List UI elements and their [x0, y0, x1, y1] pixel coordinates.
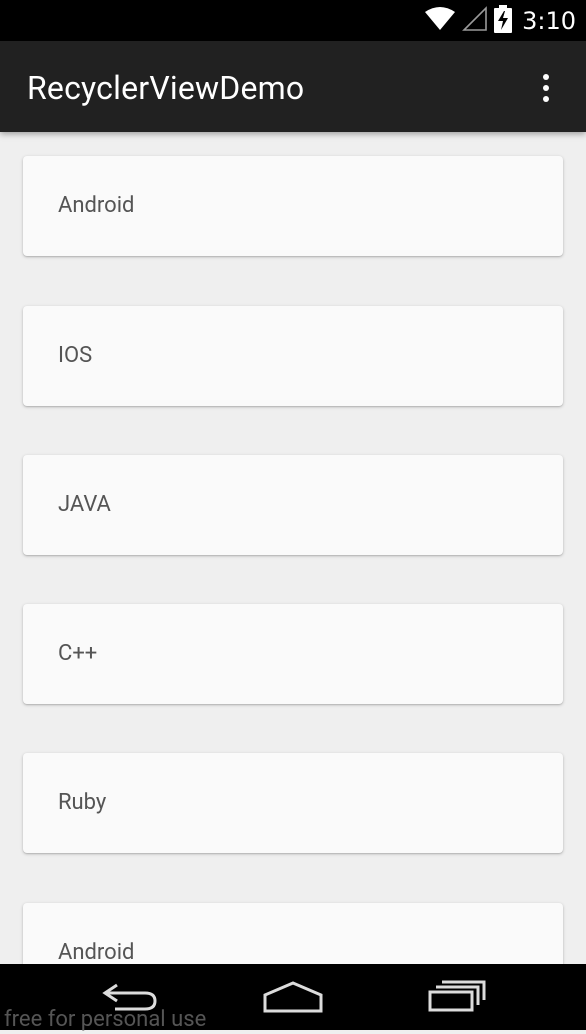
signal-icon [462, 6, 488, 36]
more-vert-icon-dot [543, 96, 549, 102]
home-icon [263, 979, 323, 1017]
wifi-icon [424, 6, 456, 36]
list-item-label: JAVA [58, 492, 111, 517]
app-title: RecyclerViewDemo [27, 69, 305, 107]
more-vert-icon-dot [543, 85, 549, 91]
list-item-label: C++ [58, 641, 98, 666]
list-item[interactable]: Android [23, 903, 563, 964]
recents-icon [428, 980, 486, 1016]
status-time: 3:10 [522, 7, 576, 35]
home-button[interactable] [263, 978, 323, 1018]
app-bar: RecyclerViewDemo [0, 41, 586, 132]
overflow-menu-button[interactable] [526, 66, 566, 110]
list-item[interactable]: C++ [23, 604, 563, 704]
list-item[interactable]: JAVA [23, 455, 563, 555]
recents-button[interactable] [428, 978, 486, 1018]
list-item-label: Android [58, 940, 135, 964]
list-item[interactable]: IOS [23, 306, 563, 406]
recycler-list[interactable]: Android IOS JAVA C++ Ruby Android [0, 132, 586, 964]
status-icons: 3:10 [424, 5, 576, 37]
list-item[interactable]: Ruby [23, 753, 563, 853]
list-item-label: Android [58, 193, 135, 218]
list-item-label: IOS [58, 343, 93, 368]
more-vert-icon [543, 74, 549, 80]
list-item[interactable]: Android [23, 156, 563, 256]
battery-charging-icon [494, 5, 513, 37]
list-item-label: Ruby [58, 790, 107, 815]
status-bar: 3:10 [0, 0, 586, 41]
